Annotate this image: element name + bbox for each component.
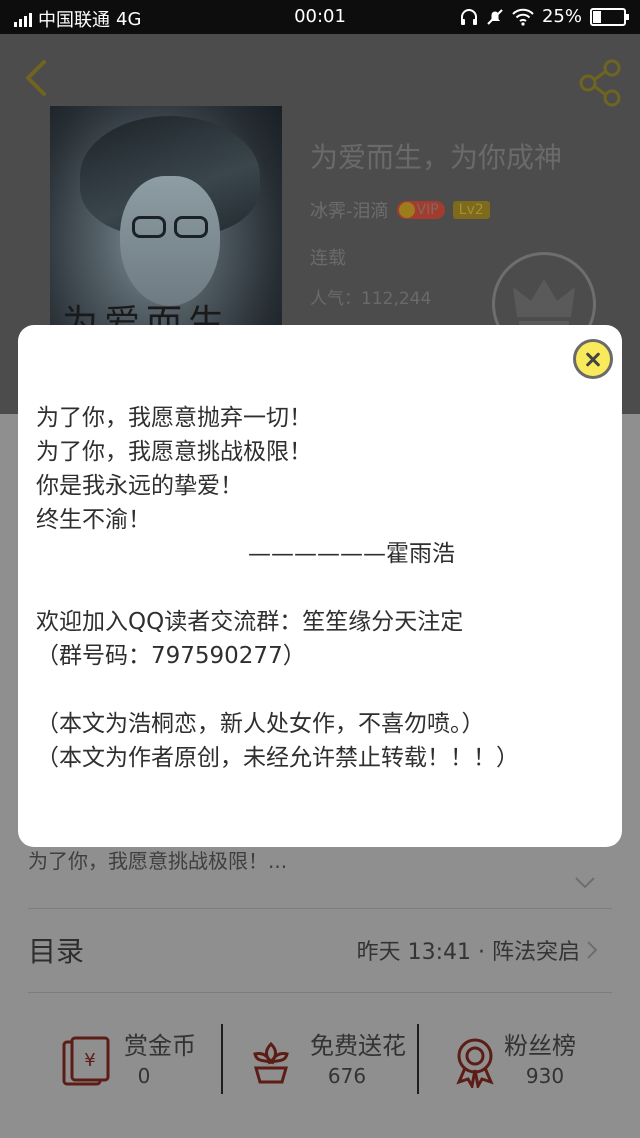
svg-text:¥: ¥ <box>84 1050 95 1071</box>
fan-ranking-label: 粉丝榜 <box>504 1032 576 1060</box>
dialog-line: （本文为浩桐恋，新人处女作，不喜勿喷。） <box>36 711 485 737</box>
send-flower-count: 676 <box>327 1064 367 1088</box>
battery-icon <box>590 7 629 26</box>
dialog-line: （本文为作者原创，未经允许禁止转载！！！） <box>36 745 519 771</box>
status-bar: 中国联通 4G 00:01 25% <box>0 0 640 34</box>
flower-icon <box>253 1041 289 1084</box>
level-badge: Lv2 <box>452 201 490 219</box>
reward-coin-count: 0 <box>137 1064 151 1088</box>
medal-icon <box>456 1038 494 1088</box>
reward-coin-button[interactable]: ¥ 赏金币 0 <box>58 1024 268 1104</box>
vip-badge-text: VIP <box>416 202 439 218</box>
send-flower-button[interactable]: 免费送花 676 <box>244 1024 454 1104</box>
dialog-line: 终生不渝！ <box>36 507 151 533</box>
fan-ranking-button[interactable]: 粉丝榜 930 <box>448 1024 640 1104</box>
vip-badge: VIP <box>396 201 445 219</box>
battery-percent: 25% <box>541 6 582 27</box>
divider <box>28 908 612 909</box>
wifi-icon <box>512 8 534 26</box>
divider <box>221 1024 223 1094</box>
dialog-line: 欢迎加入QQ读者交流群：笙笙缘分天注定 <box>36 609 464 635</box>
chevron-right-icon[interactable] <box>586 940 598 960</box>
headphones-icon <box>460 8 477 25</box>
author-name[interactable]: 冰霁-泪滴 <box>310 197 389 223</box>
book-title: 为爱而生，为你成神 <box>310 141 563 174</box>
dialog-text: 为了你，我愿意抛弃一切！ 为了你，我愿意挑战极限！ 你是我永远的挚爱！ 终生不渝… <box>36 401 606 775</box>
send-flower-label: 免费送花 <box>310 1032 406 1060</box>
chevron-down-icon[interactable] <box>574 876 596 890</box>
reward-coin-label: 赏金币 <box>124 1032 196 1060</box>
toc-label[interactable]: 目录 <box>28 930 84 970</box>
sun-icon <box>398 202 415 218</box>
description-preview[interactable]: 为了你，我愿意挑战极限！... <box>28 845 287 874</box>
back-arrow-icon[interactable] <box>18 58 58 98</box>
dialog-line: 为了你，我愿意抛弃一切！ <box>36 405 312 431</box>
dialog-line: 为了你，我愿意挑战极限！ <box>36 439 312 465</box>
latest-chapter[interactable]: 昨天 13:41 · 阵法突启 <box>357 934 580 966</box>
dialog-line: 你是我永远的挚爱！ <box>36 473 243 499</box>
divider <box>417 1024 419 1094</box>
dialog-line <box>36 571 606 605</box>
dialog-line: （群号码：797590277） <box>36 643 306 669</box>
divider <box>28 992 612 993</box>
close-icon[interactable] <box>573 339 613 379</box>
share-icon[interactable] <box>576 58 626 108</box>
fan-ranking-count: 930 <box>525 1064 565 1088</box>
coin-envelope-icon: ¥ <box>62 1036 110 1086</box>
mute-icon <box>487 8 503 25</box>
dialog-line <box>36 673 606 707</box>
book-intro-dialog: 为了你，我愿意抛弃一切！ 为了你，我愿意挑战极限！ 你是我永远的挚爱！ 终生不渝… <box>18 325 622 847</box>
dialog-signature: ——————霍雨浩 <box>248 541 455 567</box>
popularity: 人气：112,244 <box>310 289 432 309</box>
action-bar: ¥ 赏金币 0 免费送花 676 粉丝榜 930 <box>0 1010 640 1120</box>
serial-status: 连载 <box>310 248 346 269</box>
